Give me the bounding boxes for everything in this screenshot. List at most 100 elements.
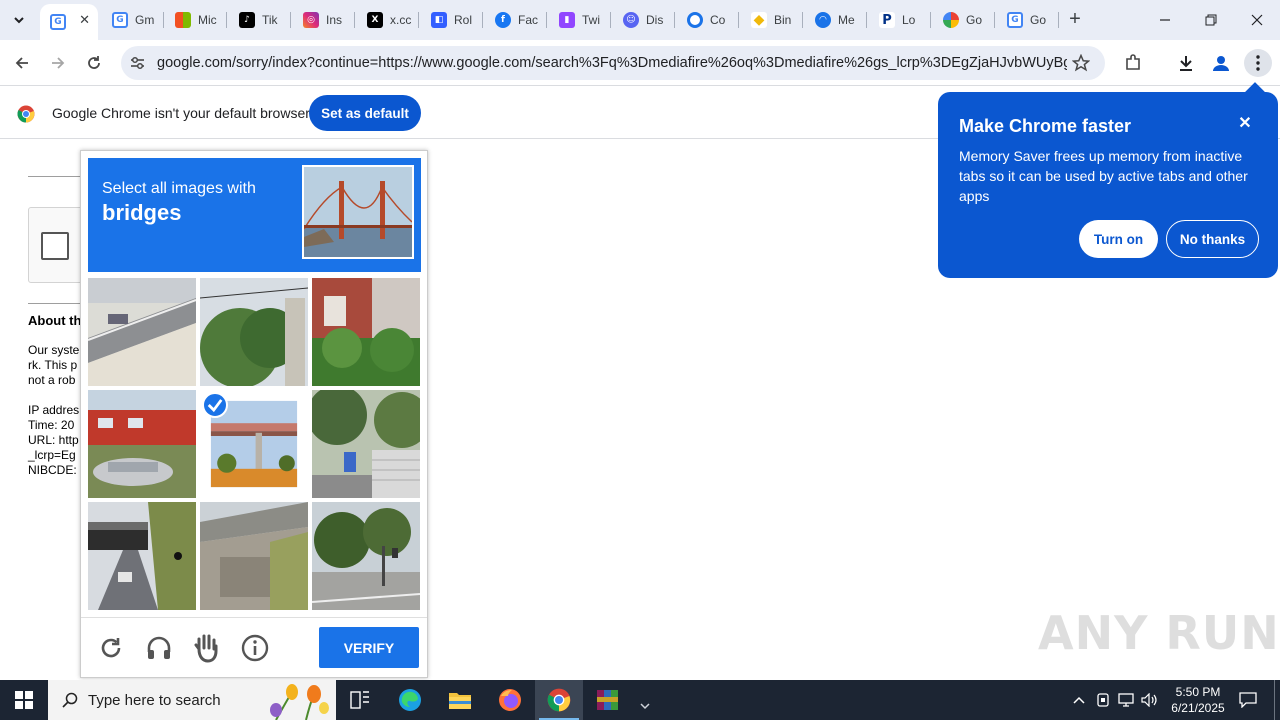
edge-app[interactable]: [386, 680, 434, 720]
notification-icon: [1239, 692, 1257, 708]
recaptcha-checkbox[interactable]: [41, 232, 69, 260]
close-tab-icon[interactable]: ✕: [79, 12, 90, 28]
url-text[interactable]: google.com/sorry/index?continue=https://…: [157, 55, 1067, 71]
firefox-app[interactable]: [486, 680, 534, 720]
tab-search-button[interactable]: [7, 8, 31, 32]
restore-icon: [1205, 14, 1217, 26]
tab-title: Bin: [774, 13, 792, 27]
reload-button[interactable]: [81, 50, 107, 76]
restore-button[interactable]: [1188, 0, 1234, 40]
bubble-title: Make Chrome faster: [959, 116, 1132, 136]
bookmark-star-icon[interactable]: [1072, 54, 1090, 72]
start-button[interactable]: [0, 680, 48, 720]
new-tab-button[interactable]: +: [1064, 8, 1086, 30]
firefox-icon: [499, 689, 521, 711]
turn-on-button[interactable]: Turn on: [1079, 220, 1158, 258]
tab-title: Lo: [902, 13, 916, 27]
twitch-icon: ▮: [559, 12, 575, 28]
captcha-tile[interactable]: [200, 502, 308, 610]
show-hidden-icons-button[interactable]: [1068, 680, 1090, 720]
tab-title: Ins: [326, 13, 343, 27]
tab[interactable]: ◠ Me: [805, 6, 867, 34]
tab[interactable]: ▮ Twi: [549, 6, 611, 34]
tab[interactable]: X x.cc: [357, 6, 419, 34]
page-paragraph-line: not a rob: [28, 373, 76, 387]
tab[interactable]: ◎ Ins: [293, 6, 355, 34]
accessibility-button[interactable]: [191, 632, 223, 664]
google-icon: G: [112, 12, 128, 28]
captcha-tile[interactable]: [88, 502, 196, 610]
tab[interactable]: f Fac: [485, 6, 547, 34]
back-button[interactable]: [9, 50, 35, 76]
captcha-tile[interactable]: [312, 502, 420, 610]
address-bar[interactable]: google.com/sorry/index?continue=https://…: [121, 46, 1105, 80]
verify-button[interactable]: VERIFY: [319, 627, 419, 668]
tab-active[interactable]: G ✕: [40, 4, 98, 40]
google-photos-icon: [943, 12, 959, 28]
discord-icon: ☺: [623, 12, 639, 28]
task-view-button[interactable]: [336, 680, 384, 720]
tray-device-icon-button[interactable]: [1093, 680, 1113, 720]
captcha-challenge: Select all images with bridges VERIFY: [80, 150, 428, 678]
tab-title: Go: [1030, 13, 1047, 27]
paypal-icon: P: [879, 12, 895, 28]
tab[interactable]: P Lo: [869, 6, 931, 34]
chevron-down-icon: [640, 703, 650, 710]
tab[interactable]: Co: [677, 6, 739, 34]
captcha-tile[interactable]: [88, 390, 196, 498]
chrome-app[interactable]: [535, 680, 583, 720]
flowers-decoration-icon: [270, 684, 329, 720]
forward-button[interactable]: [45, 50, 71, 76]
refresh-icon: [101, 638, 121, 658]
minimize-icon: [1160, 19, 1170, 21]
set-as-default-button[interactable]: Set as default: [309, 95, 421, 131]
folder-icon: [449, 693, 471, 709]
no-thanks-button[interactable]: No thanks: [1166, 220, 1259, 258]
show-desktop-button[interactable]: [1274, 680, 1280, 720]
taskbar-clock[interactable]: 5:50 PM 6/21/2025: [1160, 684, 1236, 716]
binance-icon: ◆: [751, 12, 767, 28]
tab-title: Dis: [646, 13, 664, 27]
google-icon: G: [1007, 12, 1023, 28]
reload-challenge-button[interactable]: [95, 632, 127, 664]
minimize-button[interactable]: [1142, 0, 1188, 40]
tab[interactable]: G Go: [997, 6, 1059, 34]
captcha-tile-selected[interactable]: [200, 390, 308, 498]
volume-button[interactable]: [1139, 680, 1161, 720]
close-window-button[interactable]: [1234, 0, 1280, 40]
ip-address-line: IP addres: [28, 403, 80, 417]
tab[interactable]: Go: [933, 6, 995, 34]
tab-title: Me: [838, 13, 855, 27]
notifications-button[interactable]: [1232, 680, 1264, 720]
captcha-tile[interactable]: [200, 278, 308, 386]
close-icon[interactable]: ✕: [1235, 114, 1255, 134]
instagram-icon: ◎: [303, 12, 319, 28]
sample-bridge-image: [302, 165, 414, 259]
captcha-tile[interactable]: [312, 390, 420, 498]
windows-logo-icon: [15, 691, 33, 709]
tab[interactable]: ◧ Rol: [421, 6, 483, 34]
url-line: _lcrp=Eg: [28, 448, 76, 462]
downloads-button[interactable]: [1173, 50, 1199, 76]
roblox-icon: ◧: [431, 12, 447, 28]
network-button[interactable]: [1116, 680, 1136, 720]
audio-challenge-button[interactable]: [143, 632, 175, 664]
site-info-icon[interactable]: [129, 55, 146, 71]
menu-button[interactable]: [1244, 49, 1272, 77]
tiktok-icon: ♪: [239, 12, 255, 28]
captcha-tile[interactable]: [88, 278, 196, 386]
tab[interactable]: G Gm: [102, 6, 164, 34]
tab[interactable]: ♪ Tik: [229, 6, 291, 34]
extensions-button[interactable]: [1120, 50, 1146, 76]
tab[interactable]: ◆ Bin: [741, 6, 803, 34]
tab-title: Co: [710, 13, 726, 27]
download-icon: [1180, 56, 1192, 71]
help-button[interactable]: [239, 632, 271, 664]
tab[interactable]: ☺ Dis: [613, 6, 675, 34]
taskbar-search-box[interactable]: Type here to search: [48, 680, 336, 720]
file-explorer-app[interactable]: [436, 680, 484, 720]
captcha-tile[interactable]: [312, 278, 420, 386]
winrar-app[interactable]: [584, 680, 650, 720]
tab[interactable]: Mic: [165, 6, 227, 34]
profile-button[interactable]: [1208, 50, 1234, 76]
